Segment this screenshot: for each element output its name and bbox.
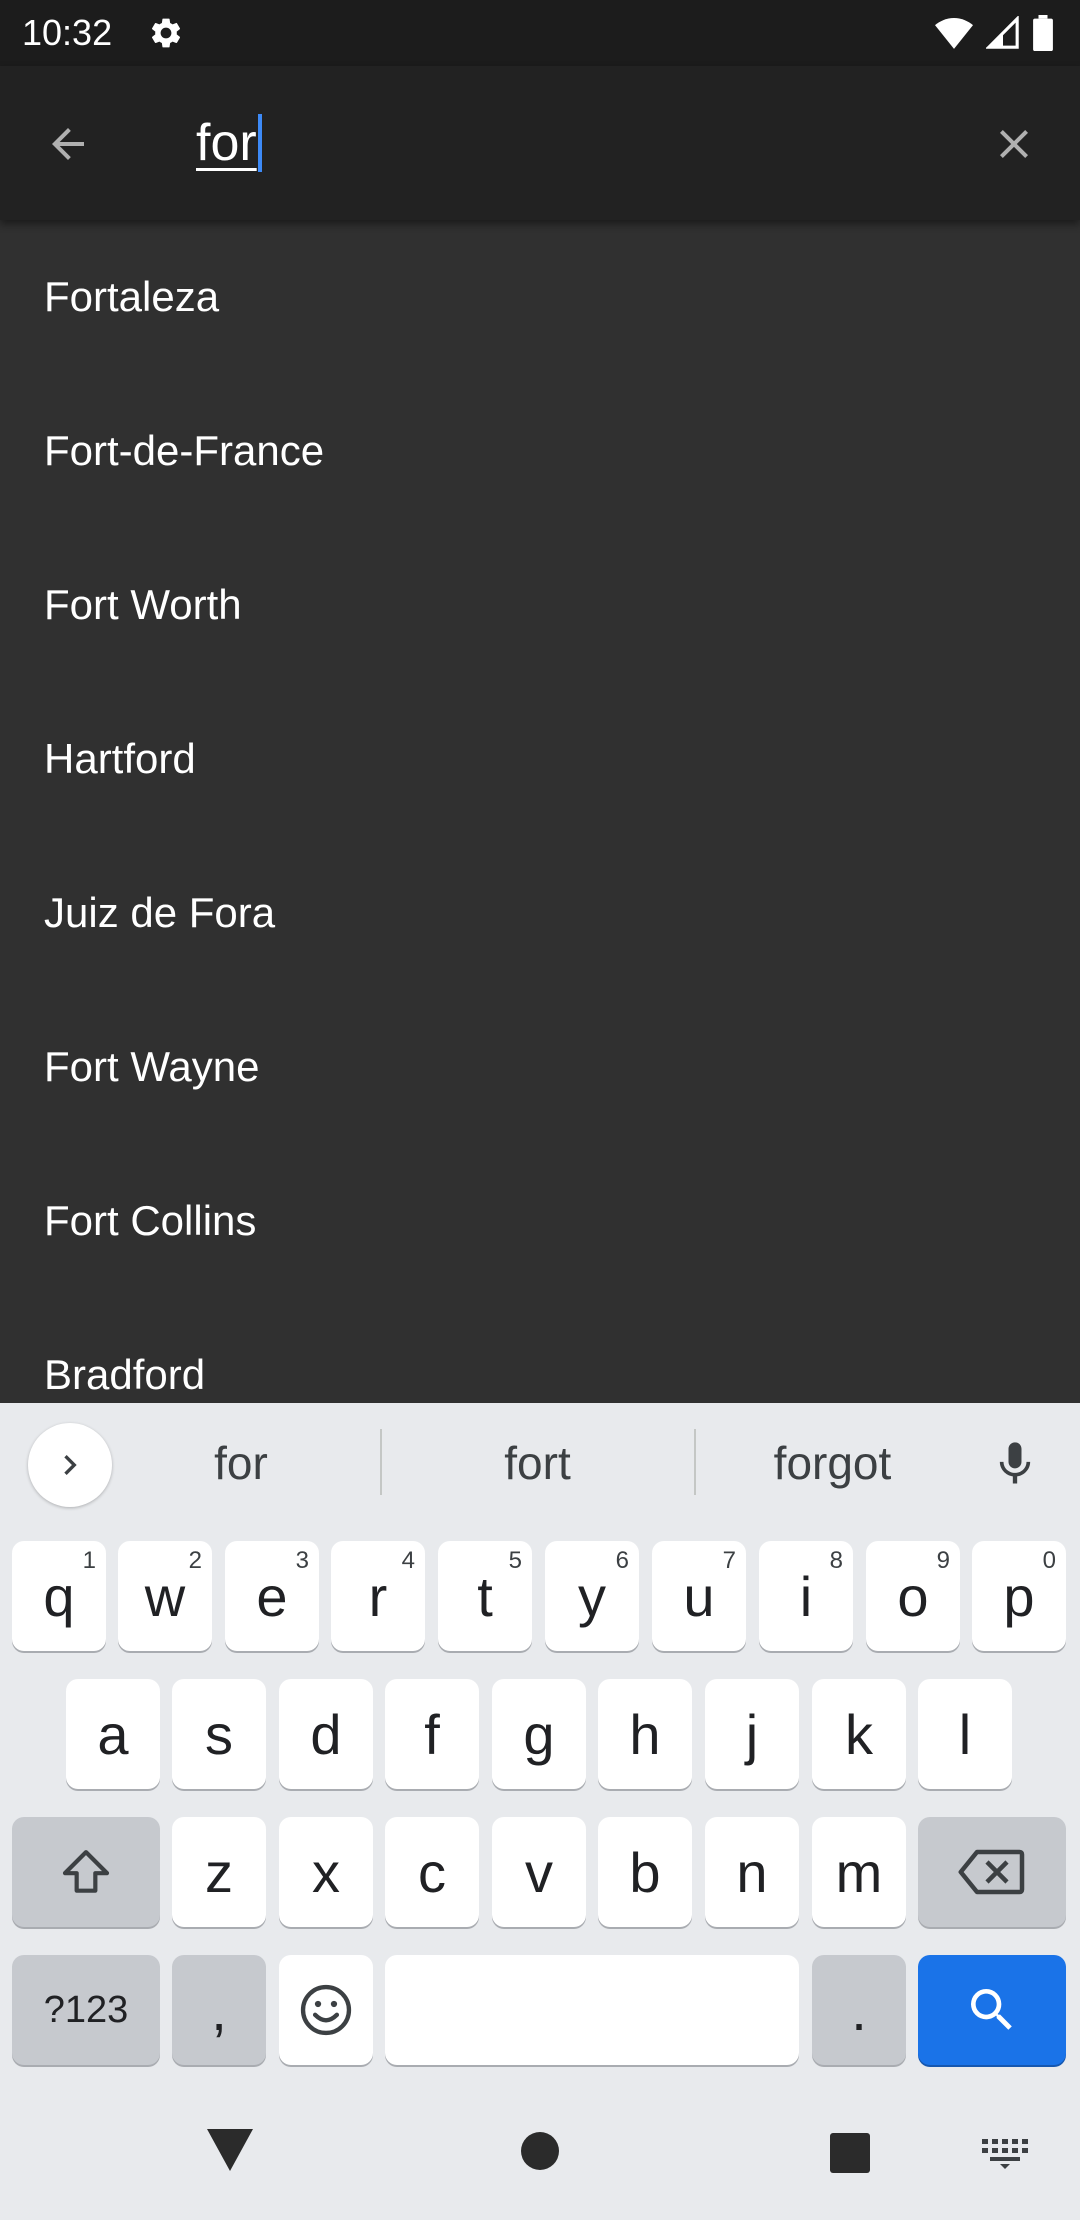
search-action-key[interactable] <box>918 1955 1066 2065</box>
chevron-right-icon <box>64 1455 77 1475</box>
key-g[interactable]: g <box>492 1679 586 1789</box>
nav-recents-icon[interactable] <box>830 2133 870 2173</box>
cellular-signal-icon <box>986 16 1019 49</box>
result-item-fort-collins[interactable]: Fort Collins <box>0 1144 1080 1298</box>
key-v[interactable]: v <box>492 1817 586 1927</box>
result-item-juiz-de-fora[interactable]: Juiz de Fora <box>0 836 1080 990</box>
suggestion-3[interactable]: forgot <box>720 1403 945 1523</box>
key-w[interactable]: w2 <box>118 1541 212 1651</box>
system-nav-bar <box>0 2083 1080 2220</box>
key-y[interactable]: y6 <box>545 1541 639 1651</box>
key-h[interactable]: h <box>598 1679 692 1789</box>
suggestion-divider <box>694 1429 696 1495</box>
symbols-key[interactable]: ?123 <box>12 1955 160 2065</box>
suggestion-divider <box>380 1429 382 1495</box>
keyboard-switch-icon[interactable] <box>982 2139 1028 2169</box>
result-item-fortaleza[interactable]: Fortaleza <box>0 220 1080 374</box>
mic-icon <box>999 1442 1031 1484</box>
search-icon <box>971 1989 1012 2030</box>
suggestion-1[interactable]: for <box>132 1403 350 1523</box>
backspace-key[interactable] <box>918 1817 1066 1927</box>
result-item-bradford[interactable]: Bradford <box>0 1298 1080 1403</box>
key-i[interactable]: i8 <box>759 1541 853 1651</box>
result-item-fort-wayne[interactable]: Fort Wayne <box>0 990 1080 1144</box>
suggestion-strip: for fort forgot <box>0 1403 1080 1523</box>
key-z[interactable]: z <box>172 1817 266 1927</box>
emoji-icon <box>300 1984 352 2036</box>
key-r[interactable]: r4 <box>331 1541 425 1651</box>
key-k[interactable]: k <box>812 1679 906 1789</box>
key-o[interactable]: o9 <box>866 1541 960 1651</box>
result-item-hartford[interactable]: Hartford <box>0 682 1080 836</box>
key-n[interactable]: n <box>705 1817 799 1927</box>
text-caret <box>257 114 262 172</box>
key-s[interactable]: s <box>172 1679 266 1789</box>
suggestion-2[interactable]: fort <box>410 1403 665 1523</box>
result-item-fort-de-france[interactable]: Fort-de-France <box>0 374 1080 528</box>
period-key[interactable]: . <box>812 1955 906 2065</box>
key-t[interactable]: t5 <box>438 1541 532 1651</box>
comma-key[interactable]: , <box>172 1955 266 2065</box>
nav-home-icon[interactable] <box>521 2132 559 2170</box>
emoji-key[interactable] <box>279 1955 373 2065</box>
wifi-icon <box>935 18 973 49</box>
status-icons <box>934 14 1054 52</box>
key-d[interactable]: d <box>279 1679 373 1789</box>
key-e[interactable]: e3 <box>225 1541 319 1651</box>
key-q[interactable]: q1 <box>12 1541 106 1651</box>
key-c[interactable]: c <box>385 1817 479 1927</box>
nav-back-icon[interactable] <box>207 2129 253 2171</box>
key-u[interactable]: u7 <box>652 1541 746 1651</box>
back-button[interactable] <box>40 116 96 172</box>
status-bar: 10:32 <box>0 0 1080 66</box>
key-j[interactable]: j <box>705 1679 799 1789</box>
key-b[interactable]: b <box>598 1817 692 1927</box>
status-time: 10:32 <box>22 12 113 53</box>
voice-input-button[interactable] <box>980 1429 1050 1499</box>
settings-gear-icon <box>151 18 181 48</box>
battery-icon <box>1033 15 1053 51</box>
search-app-bar: for <box>0 66 1080 220</box>
search-results-list: Fortaleza Fort-de-France Fort Worth Hart… <box>0 220 1080 1403</box>
clear-search-button[interactable] <box>986 116 1042 172</box>
key-a[interactable]: a <box>66 1679 160 1789</box>
search-query-text: for <box>196 114 257 172</box>
arrow-back-icon <box>52 128 84 160</box>
result-item-fort-worth[interactable]: Fort Worth <box>0 528 1080 682</box>
search-input[interactable]: for <box>196 110 262 176</box>
key-p[interactable]: p0 <box>972 1541 1066 1651</box>
shift-key[interactable] <box>12 1817 160 1927</box>
shift-icon <box>62 1850 110 1893</box>
space-key[interactable] <box>385 1955 799 2065</box>
key-l[interactable]: l <box>918 1679 1012 1789</box>
key-f[interactable]: f <box>385 1679 479 1789</box>
key-x[interactable]: x <box>279 1817 373 1927</box>
backspace-icon <box>958 1849 1025 1895</box>
expand-toolbar-button[interactable] <box>28 1423 112 1507</box>
key-m[interactable]: m <box>812 1817 906 1927</box>
close-icon <box>1000 130 1028 158</box>
